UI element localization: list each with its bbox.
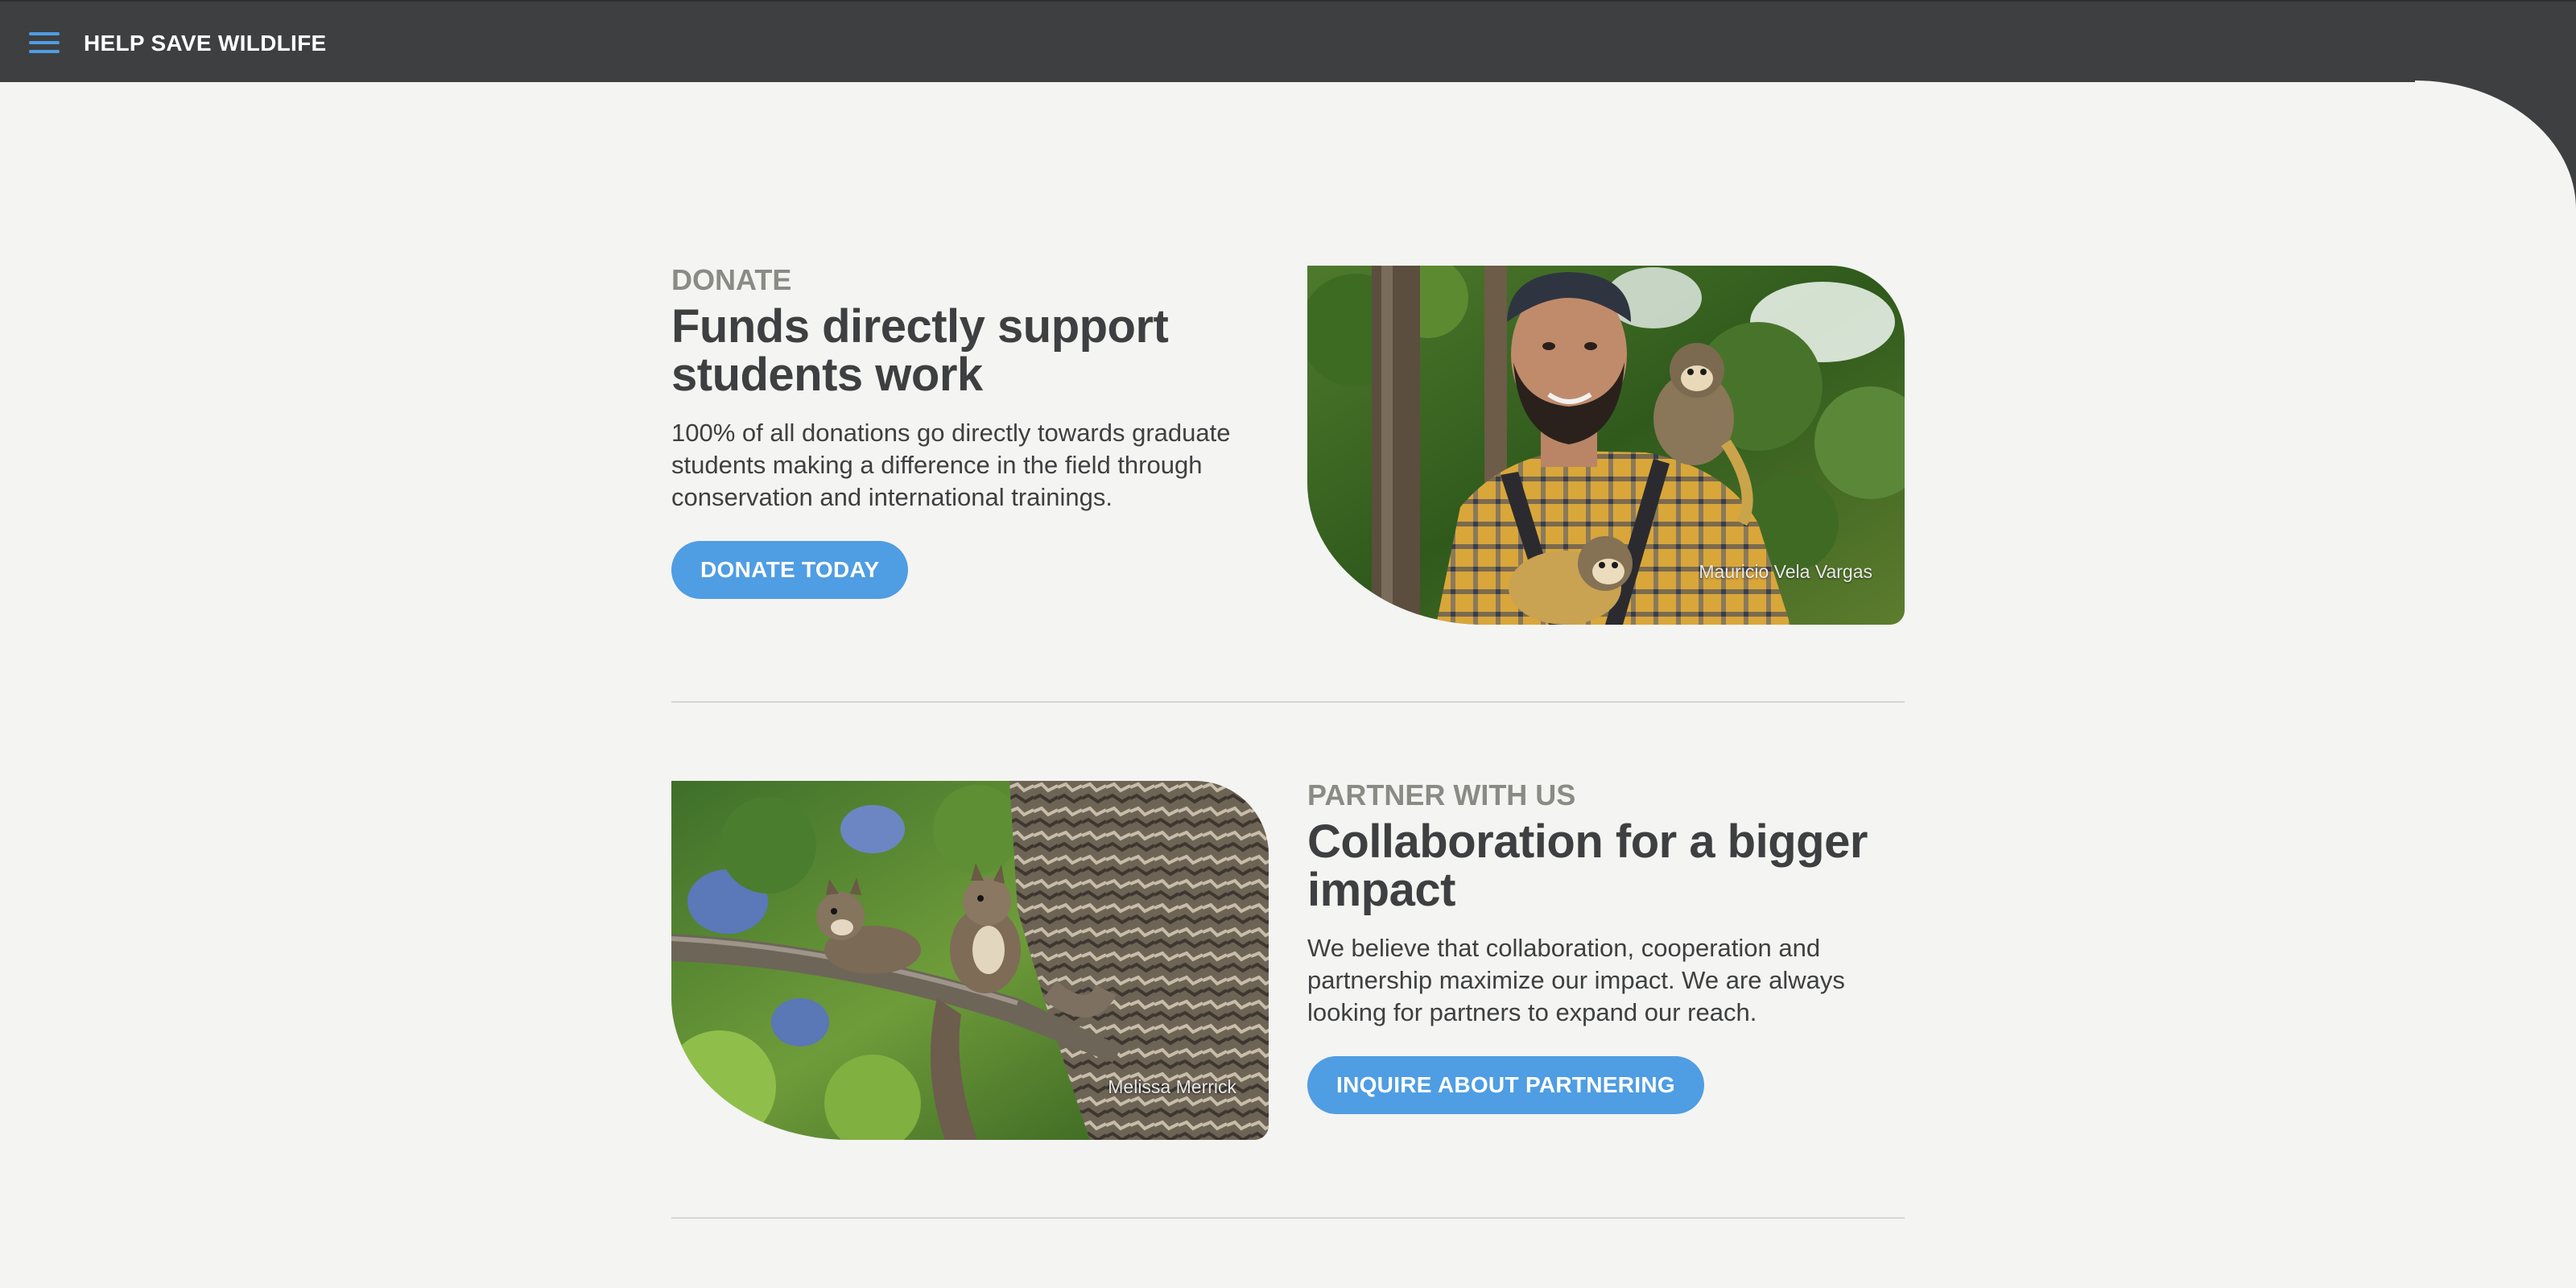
partner-photo: Melissa Merrick (671, 781, 1269, 1140)
donate-text-block: DONATE Funds directly support students w… (671, 262, 1267, 599)
partner-headline: Collaboration for a bigger impact (1307, 815, 1868, 916)
donate-headline: Funds directly support students work (671, 300, 1169, 401)
decorative-corner-curve (2415, 80, 2576, 209)
inquire-partnering-button[interactable]: INQUIRE ABOUT PARTNERING (1307, 1056, 1704, 1114)
donate-today-button[interactable]: DONATE TODAY (671, 541, 909, 599)
top-nav-bar: HELP SAVE WILDLIFE (0, 0, 2576, 82)
partner-photo-credit: Melissa Merrick (1108, 1076, 1236, 1097)
partner-eyebrow: PARTNER WITH US (1307, 778, 1576, 811)
section-divider (671, 701, 1905, 703)
section-divider-bottom (671, 1217, 1905, 1219)
donate-section: DONATE Funds directly support students w… (671, 262, 1905, 625)
site-title[interactable]: HELP SAVE WILDLIFE (84, 29, 327, 58)
partner-body-text: We believe that collaboration, cooperati… (1307, 934, 1845, 1026)
donate-photo-credit: Mauricio Vela Vargas (1699, 561, 1872, 582)
hamburger-menu-icon[interactable] (29, 31, 60, 55)
donate-eyebrow: DONATE (671, 263, 792, 296)
partner-section: Melissa Merrick PARTNER WITH US Collabor… (671, 778, 1905, 1140)
donate-body-text: 100% of all donations go directly toward… (671, 419, 1231, 511)
partner-text-block: PARTNER WITH US Collaboration for a bigg… (1307, 778, 1903, 1114)
donate-photo: Mauricio Vela Vargas (1307, 266, 1905, 625)
